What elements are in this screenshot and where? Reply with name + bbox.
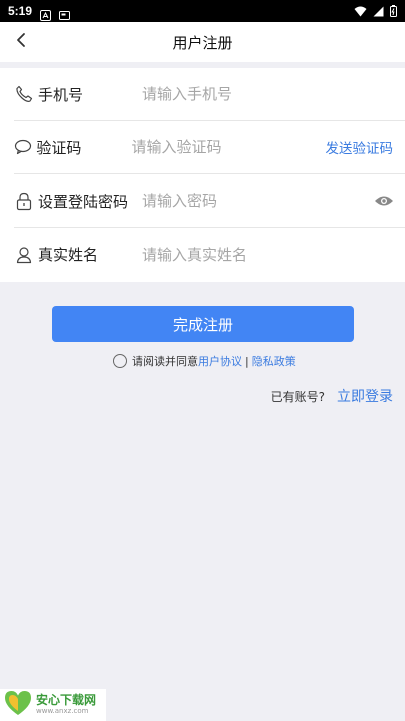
password-row: 设置登陆密码 — [14, 175, 405, 228]
privacy-policy-link[interactable]: 隐私政策 — [252, 353, 296, 369]
phone-row: 手机号 — [14, 68, 405, 121]
watermark-name: 安心下载网 — [36, 693, 97, 707]
login-now-link[interactable]: 立即登录 — [337, 386, 393, 406]
agreement-separator: | — [245, 354, 249, 368]
notification-screen-icon — [59, 6, 71, 20]
chat-bubble-icon — [14, 137, 32, 157]
watermark: 安心下载网 www.anxz.com — [0, 689, 106, 721]
agreement-line: 请阅读并同意 用户协议 | 隐私政策 — [113, 352, 296, 370]
complete-register-button[interactable]: 完成注册 — [52, 306, 354, 342]
password-label: 设置登陆密码 — [38, 192, 129, 211]
signal-icon — [373, 2, 384, 21]
password-input[interactable] — [142, 186, 373, 216]
back-button[interactable] — [10, 30, 34, 54]
back-arrow-icon — [15, 32, 29, 52]
phone-icon — [14, 84, 34, 104]
title-bar: 用户注册 — [0, 22, 405, 62]
phone-input[interactable] — [142, 79, 405, 109]
phone-label: 手机号 — [38, 85, 84, 104]
person-icon — [14, 245, 34, 265]
agree-radio[interactable] — [113, 354, 127, 368]
name-row: 真实姓名 — [14, 228, 405, 281]
name-input[interactable] — [142, 239, 405, 270]
lock-icon — [14, 191, 34, 211]
have-account-text: 已有账号? — [270, 390, 325, 404]
status-time: 5:19 — [8, 4, 33, 18]
status-bar: 5:19 — [0, 0, 405, 22]
send-code-button[interactable]: 发送验证码 — [326, 137, 394, 157]
battery-icon — [390, 2, 397, 21]
watermark-url: www.anxz.com — [36, 707, 89, 715]
name-label: 真实姓名 — [38, 246, 99, 264]
eye-icon[interactable] — [373, 190, 395, 212]
wifi-icon — [354, 2, 367, 21]
code-label: 验证码 — [36, 138, 82, 157]
agree-text: 请阅读并同意 — [132, 355, 198, 368]
page-title: 用户注册 — [172, 33, 233, 52]
register-form: 手机号 验证码 发送验证码 设置登陆密码 真实姓名 — [0, 68, 405, 282]
code-input[interactable] — [131, 132, 326, 162]
user-agreement-link[interactable]: 用户协议 — [198, 353, 242, 369]
code-row: 验证码 发送验证码 — [14, 121, 405, 174]
login-line: 已有账号? 立即登录 — [271, 386, 393, 406]
heart-logo-icon — [3, 689, 33, 721]
notification-a-icon — [40, 6, 52, 21]
